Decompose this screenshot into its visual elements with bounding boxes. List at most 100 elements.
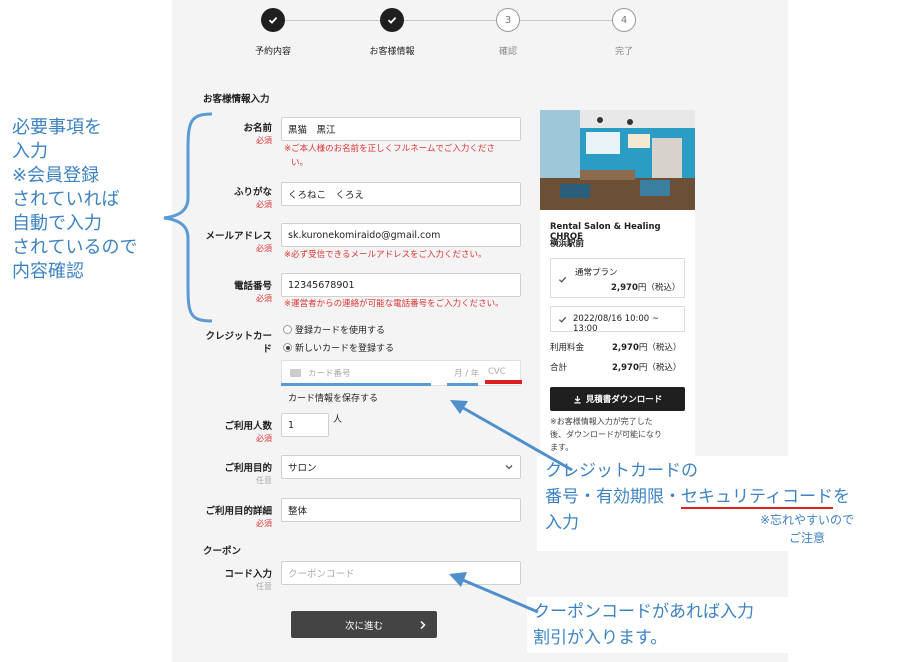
step-1-label: 予約内容 xyxy=(254,47,291,57)
coupon-code-input[interactable]: クーポンコード xyxy=(281,561,521,585)
cvc-input[interactable]: CVC xyxy=(488,367,506,377)
annotation-left-line: 必要事項を xyxy=(12,117,102,138)
total-value: 2,970 xyxy=(612,363,639,373)
credit-card-label-line1: クレジットカー xyxy=(205,331,272,342)
radio-saved-card-label: 登録カードを使用する xyxy=(295,326,386,336)
download-note-line: ※お客様情報入力が完了した xyxy=(550,417,653,426)
download-note-line: ます。 xyxy=(550,443,574,452)
people-label-text: ご利用人数 xyxy=(224,421,272,432)
optional-badge: 任意 xyxy=(256,582,272,591)
annotation-left-line: されているので xyxy=(12,237,138,258)
phone-label-text: 電話番号 xyxy=(233,281,272,292)
people-label: ご利用人数 必須 xyxy=(182,420,272,444)
step-2-label: お客様情報 xyxy=(369,47,415,57)
check-icon xyxy=(558,276,567,283)
venue-photo xyxy=(540,110,695,210)
plan-card: 通常プラン 2,970円（税込） xyxy=(550,258,685,298)
annotation-card-note-line: ※忘れやすいので xyxy=(759,513,855,527)
phone-input[interactable]: 12345678901 xyxy=(281,273,521,297)
furigana-input[interactable]: くろねこ くろえ xyxy=(281,182,521,206)
total-label: 合計 xyxy=(550,363,568,373)
required-badge: 必須 xyxy=(256,519,272,528)
furigana-label-text: ふりがな xyxy=(233,187,272,198)
next-button[interactable]: 次に進む xyxy=(291,611,437,638)
radio-saved-card[interactable]: 登録カードを使用する xyxy=(283,323,385,336)
coupon-label-text: コード入力 xyxy=(224,569,272,580)
annotation-left-line: 入力 xyxy=(12,141,48,162)
coupon-section-title: クーポン xyxy=(203,546,242,557)
datetime-card: 2022/08/16 10:00 ~ 13:00 xyxy=(550,306,685,334)
annotation-security-code-text: セキュリティコード xyxy=(681,487,833,509)
required-badge: 必須 xyxy=(256,434,272,443)
download-note: ※お客様情報入力が完了した 後、ダウンロードが可能になり ます。 xyxy=(550,415,662,454)
annotation-card-line2: 番号・有効期限・セキュリティコードを xyxy=(545,484,850,510)
tax-label: 円（税込） xyxy=(638,363,682,373)
expiry-input[interactable]: 月 / 年 xyxy=(454,367,479,379)
annotation-left-line: 自動で入力 xyxy=(12,213,102,234)
radio-new-card[interactable]: 新しいカードを登録する xyxy=(283,341,394,354)
annotation-card-note-line: ご注意 xyxy=(788,531,825,545)
venue-area: 横浜駅前 xyxy=(550,239,585,249)
purpose-detail-label-text: ご利用目的詳細 xyxy=(205,506,272,517)
step-3-label: 確認 xyxy=(498,47,517,57)
total-row: 2,970円（税込） xyxy=(612,361,681,373)
chevron-down-icon xyxy=(505,465,513,470)
people-unit: 人 xyxy=(333,415,343,425)
card-icon xyxy=(290,369,301,377)
credit-card-label: クレジットカー ド xyxy=(182,330,272,356)
save-card-option[interactable]: カード情報を保存する xyxy=(288,391,378,404)
section-title: お客様情報入力 xyxy=(203,94,270,105)
booking-datetime: 2022/08/16 10:00 ~ 13:00 xyxy=(573,314,660,334)
card-number-highlight xyxy=(281,383,431,386)
annotation-card-note: ※忘れやすいので ご注意 xyxy=(737,511,877,547)
fee-label: 利用料金 xyxy=(550,343,585,353)
purpose-label: ご利用目的 任意 xyxy=(182,462,272,486)
purpose-detail-label: ご利用目的詳細 必須 xyxy=(182,505,272,529)
plan-price: 2,970 xyxy=(611,283,638,293)
download-note-line: 後、ダウンロードが可能になり xyxy=(550,430,662,439)
coupon-label: コード入力 任意 xyxy=(182,568,272,592)
radio-button[interactable] xyxy=(283,325,292,334)
name-note: ※ご本人様のお名前を正しくフルネームでご入力くださ い。 xyxy=(284,142,495,170)
radio-button-selected[interactable] xyxy=(283,343,292,352)
email-input[interactable]: sk.kuronekomiraido@gmail.com xyxy=(281,223,521,247)
step-1-check-icon xyxy=(261,8,285,32)
download-quote-label: 見積書ダウンロード xyxy=(585,395,663,405)
credit-card-label-line2: ド xyxy=(262,344,272,355)
expiry-highlight xyxy=(447,383,478,386)
phone-note: ※運営者からの連絡が可能な電話番号をご入力ください。 xyxy=(284,299,504,309)
download-quote-button[interactable]: 見積書ダウンロード xyxy=(550,387,685,411)
name-note-line1: ※ご本人様のお名前を正しくフルネームでご入力くださ xyxy=(284,144,495,154)
name-label-text: お名前 xyxy=(243,123,272,134)
people-count-input[interactable]: 1 xyxy=(281,413,329,437)
plan-price-row: 2,970円（税込） xyxy=(611,281,680,293)
annotation-card-line3: 入力 xyxy=(545,513,579,533)
card-number-input[interactable]: カード番号 xyxy=(308,367,351,379)
email-note: ※必ず受信できるメールアドレスをご入力ください。 xyxy=(284,250,487,260)
radio-new-card-label: 新しいカードを登録する xyxy=(295,344,395,354)
purpose-detail-input[interactable]: 整体 xyxy=(281,498,521,522)
annotation-coupon-line2: 割引が入ります。 xyxy=(533,628,668,648)
annotation-coupon-line1: クーポンコードがあれば入力 xyxy=(533,602,754,622)
chevron-right-icon xyxy=(420,620,426,630)
annotation-coupon-box: クーポンコードがあれば入力 割引が入ります。 xyxy=(527,597,797,653)
step-4-number: 4 xyxy=(612,8,636,32)
name-input[interactable]: 黒猫 黒江 xyxy=(281,117,521,141)
purpose-selected-value: サロン xyxy=(288,463,317,474)
fee-value: 2,970 xyxy=(612,343,639,353)
step-3-number: 3 xyxy=(496,8,520,32)
purpose-select[interactable]: サロン xyxy=(281,455,521,479)
annotation-card-line1: クレジットカードの xyxy=(545,461,698,481)
tax-label: 円（税込） xyxy=(637,283,681,293)
download-icon xyxy=(574,395,581,404)
plan-name: 通常プラン xyxy=(575,268,618,278)
annotation-card-box: クレジットカードの 番号・有効期限・セキュリティコードを 入力 ※忘れやすいので… xyxy=(537,456,900,551)
annotation-card-text: 番号・有効期限・ xyxy=(545,487,681,507)
annotation-card-text: を xyxy=(832,487,850,507)
name-note-line2: い。 xyxy=(291,158,309,168)
optional-badge: 任意 xyxy=(256,476,272,485)
next-button-label: 次に進む xyxy=(344,620,383,632)
step-connector xyxy=(285,20,380,21)
step-4-label: 完了 xyxy=(614,47,633,57)
screen: 3 4 予約内容 お客様情報 確認 完了 お客様情報入力 お名前 必須 黒猫 黒… xyxy=(0,0,900,662)
